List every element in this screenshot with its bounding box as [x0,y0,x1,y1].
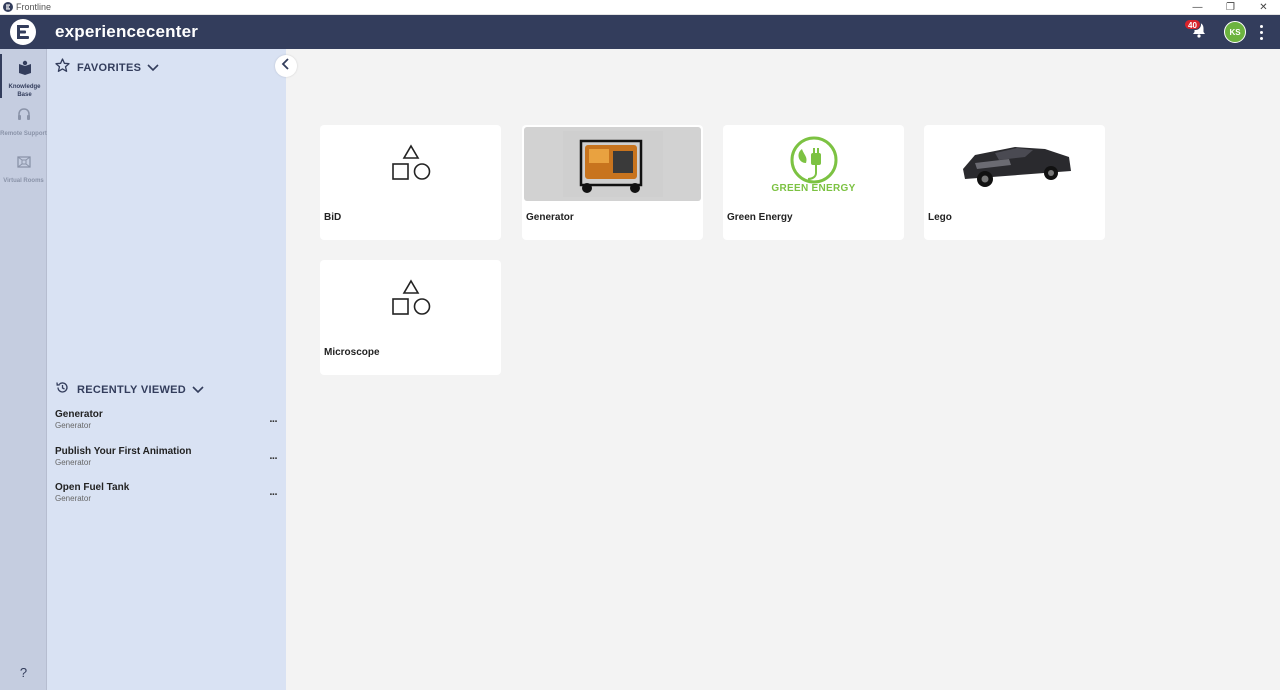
list-item[interactable]: Publish Your First Animation Generator .… [55,446,277,476]
card-title: Lego [928,212,952,223]
recent-item-subtitle: Generator [55,458,92,467]
chevron-down-icon [147,64,159,72]
recent-item-title: Generator [55,409,103,420]
list-item[interactable]: Open Fuel Tank Generator ... [55,482,277,512]
content-card-lego[interactable]: Lego [924,125,1105,240]
notification-count-badge: 40 [1184,19,1201,30]
side-panel: FAVORITES RECENTLY VIEWED Generator Gene… [47,49,286,690]
rail-item-knowledge-base[interactable]: Knowledge Base [0,54,47,98]
rail-item-label: Knowledge Base [8,84,41,98]
book-icon [17,60,33,81]
car-photo [926,127,1103,201]
app-header: experiencecenter 40 KS [0,15,1280,49]
recent-item-subtitle: Generator [55,494,92,503]
recently-viewed-label: RECENTLY VIEWED [77,384,187,396]
recent-item-subtitle: Generator [55,421,92,430]
card-title: Green Energy [727,212,793,223]
more-options-icon[interactable] [1256,21,1266,43]
card-title: BiD [324,212,342,223]
minimize-button[interactable]: — [1181,0,1214,15]
chevron-down-icon [192,386,204,394]
list-item[interactable]: Generator Generator ... [55,409,277,439]
content-card-bid[interactable]: BiD [320,125,501,240]
close-window-button[interactable]: ✕ [1247,0,1280,15]
green-energy-logo-text: GREEN ENERGY [771,182,856,194]
os-window-title: Frontline [16,2,52,12]
collapse-panel-button[interactable] [275,55,297,77]
restore-button[interactable]: ❐ [1214,0,1247,15]
navigation-rail: Knowledge Base Remote Support Virtual Ro… [0,49,47,690]
favorites-label: FAVORITES [77,62,142,74]
frontline-logo-icon[interactable] [8,17,38,47]
content-card-green-energy[interactable]: GREEN ENERGY Green Energy [723,125,904,240]
shapes-placeholder-icon [322,127,499,201]
rail-item-label: Virtual Rooms [3,178,44,184]
workspace-title: experiencecenter [55,22,199,41]
help-button[interactable]: ? [0,665,47,680]
recent-item-title: Publish Your First Animation [55,446,192,457]
rail-item-remote-support[interactable]: Remote Support [0,101,47,145]
card-title: Generator [526,212,574,223]
history-icon [55,380,70,400]
notifications-button[interactable]: 40 [1184,19,1210,43]
item-more-button[interactable]: ... [269,486,277,498]
content-card-generator[interactable]: Generator [522,125,703,240]
card-title: Microscope [324,347,380,358]
item-more-button[interactable]: ... [269,413,277,425]
shapes-placeholder-icon [322,262,499,336]
content-card-microscope[interactable]: Microscope [320,260,501,375]
rooms-icon [16,154,32,175]
generator-photo [524,127,701,201]
star-icon [55,58,70,78]
user-avatar[interactable]: KS [1224,21,1246,43]
recent-item-title: Open Fuel Tank [55,482,130,493]
rail-item-label: Remote Support [0,131,47,137]
os-title-bar: Frontline — ❐ ✕ [0,0,1280,15]
headset-icon [16,107,32,128]
favorites-header[interactable]: FAVORITES [55,58,159,78]
recently-viewed-header[interactable]: RECENTLY VIEWED [55,380,204,400]
chevron-left-icon [281,57,291,75]
item-more-button[interactable]: ... [269,450,277,462]
rail-item-virtual-rooms[interactable]: Virtual Rooms [0,148,47,192]
green-energy-logo: GREEN ENERGY [725,127,902,201]
frontline-app-icon [3,2,13,12]
